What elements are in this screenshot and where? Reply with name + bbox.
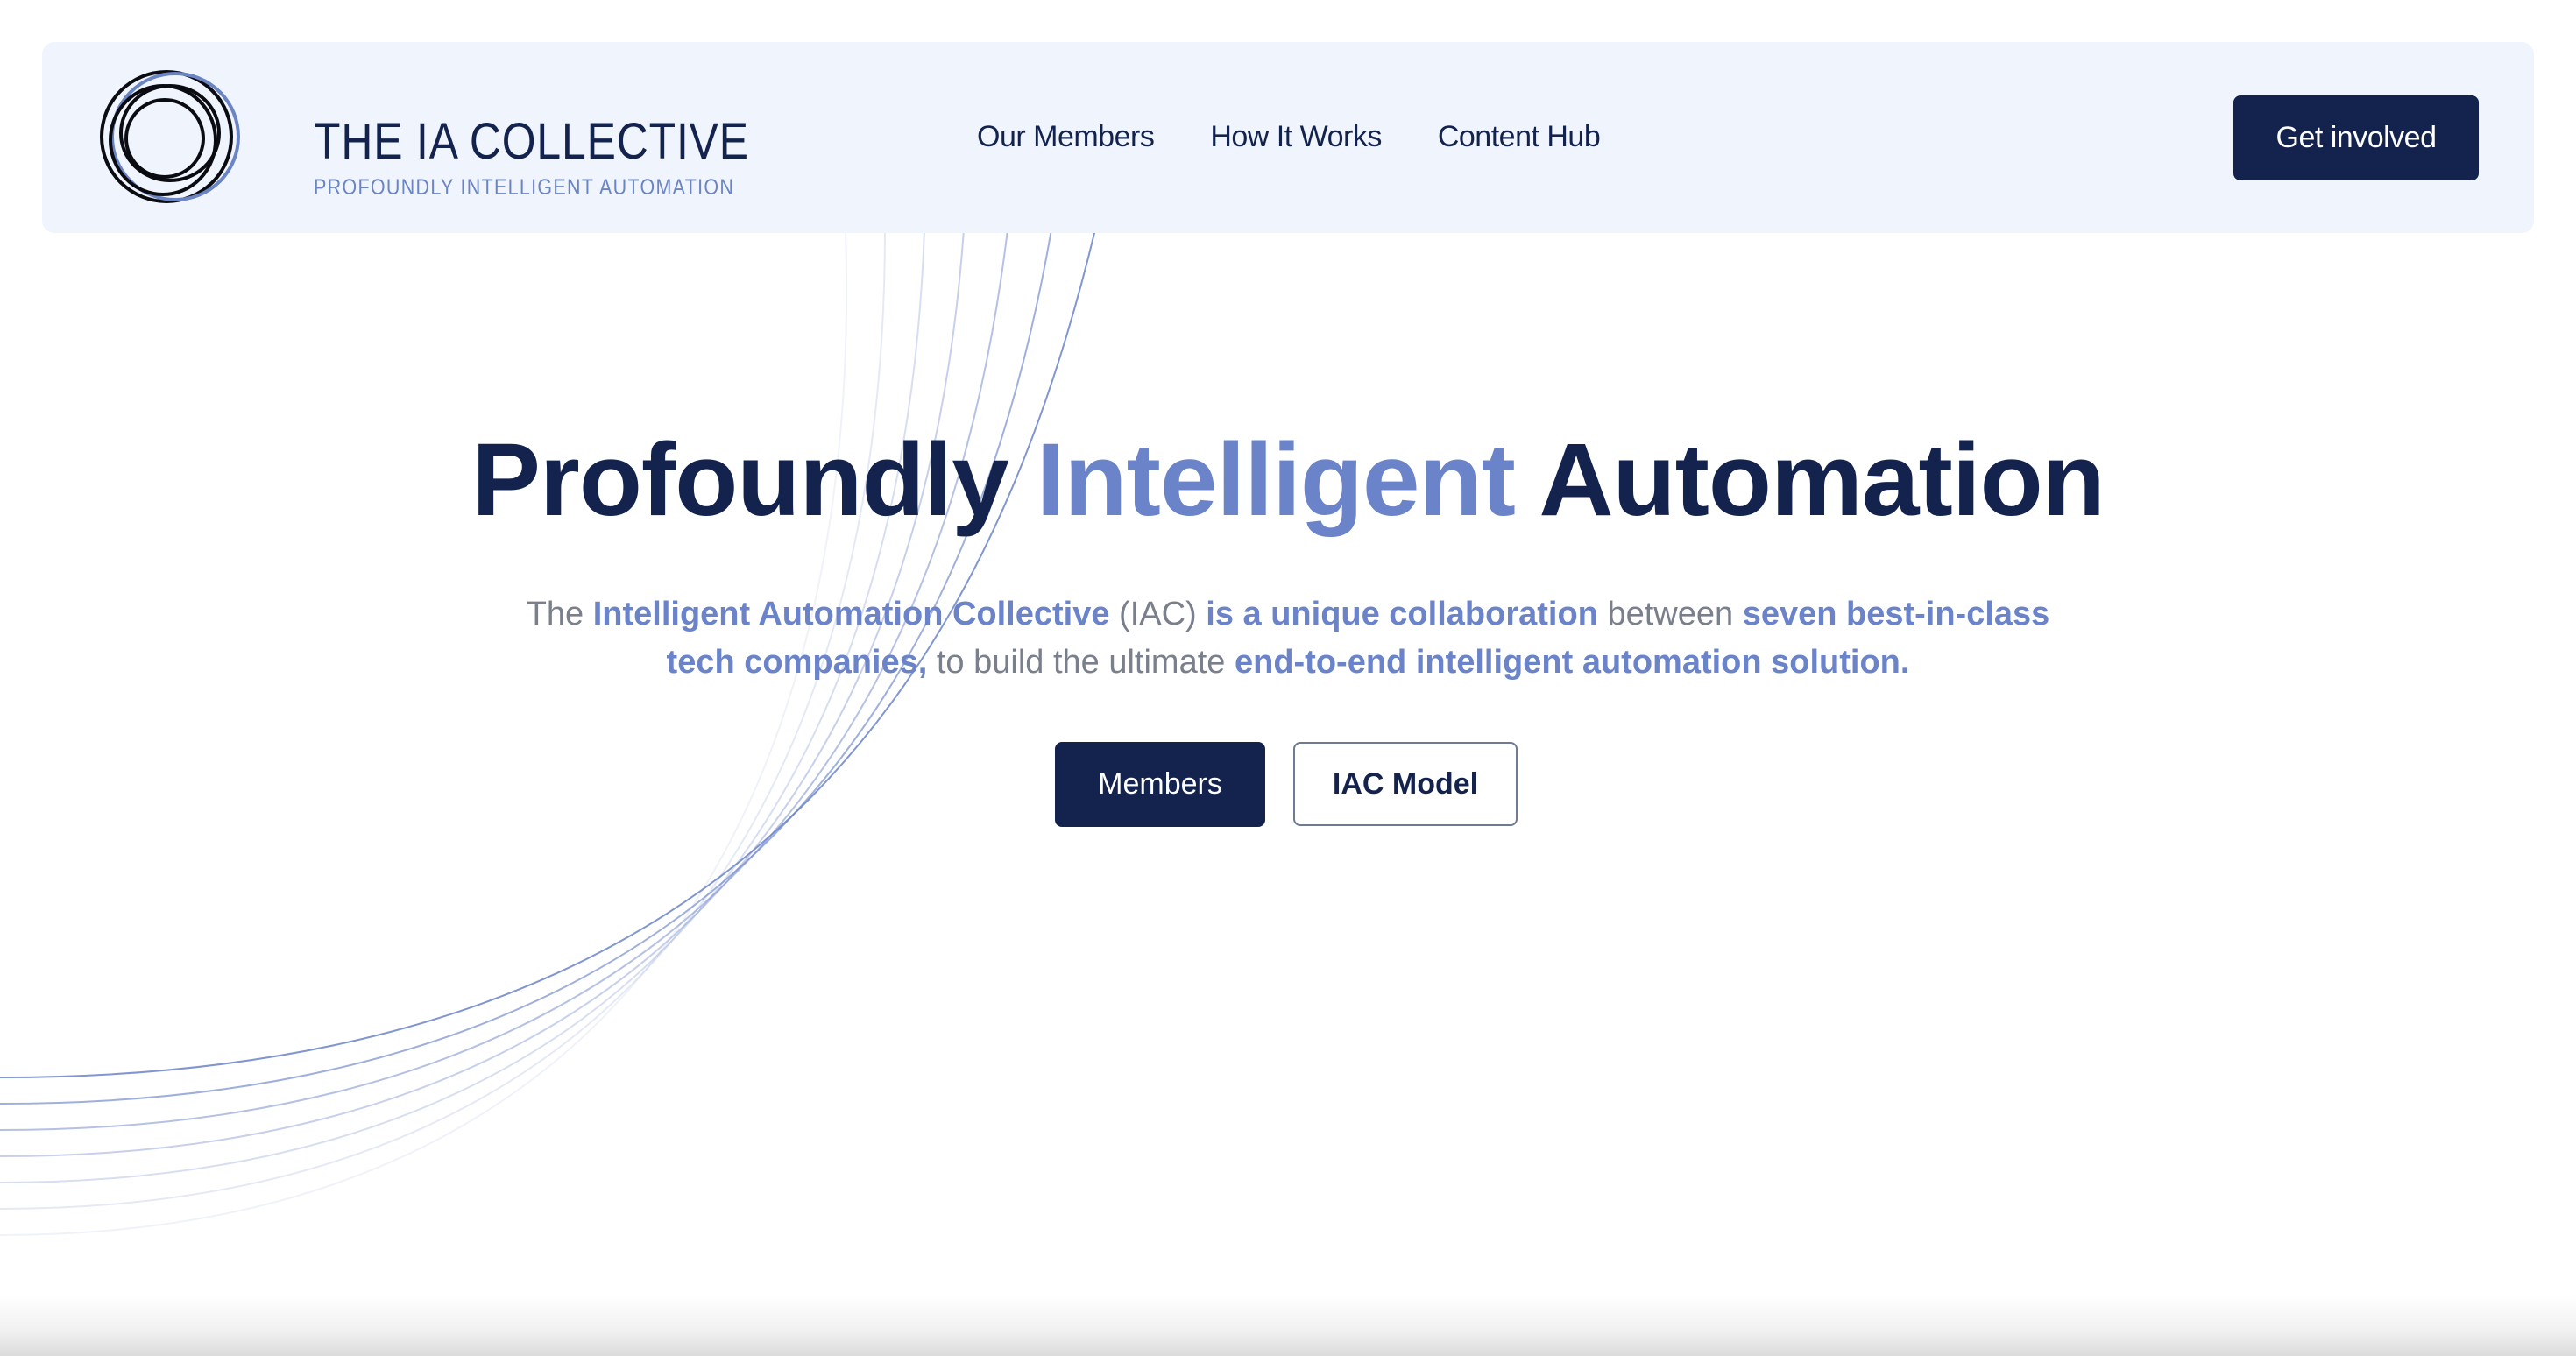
nav-link-how-it-works[interactable]: How It Works bbox=[1210, 120, 1382, 154]
concentric-circles-logo-icon bbox=[100, 70, 240, 203]
brand-title: THE IA COLLECTIVE bbox=[314, 113, 749, 170]
iac-model-button[interactable]: IAC Model bbox=[1293, 742, 1518, 826]
subtitle-highlight-4: end-to-end intelligent automation soluti… bbox=[1234, 644, 1910, 681]
subtitle-highlight-2: is a unique collaboration bbox=[1206, 596, 1598, 632]
nav-link-content-hub[interactable]: Content Hub bbox=[1438, 120, 1601, 154]
hero-title-part1: Profoundly bbox=[471, 422, 1037, 538]
main-nav: Our Members How It Works Content Hub bbox=[977, 117, 1601, 156]
members-button[interactable]: Members bbox=[1055, 742, 1265, 827]
hero-title-part2: Automation bbox=[1514, 422, 2105, 538]
subtitle-text-1: The bbox=[526, 596, 593, 632]
subtitle-text-3: between bbox=[1597, 596, 1743, 632]
brand-tagline: PROFOUNDLY INTELLIGENT AUTOMATION bbox=[314, 175, 735, 200]
hero-buttons: Members IAC Model bbox=[1055, 742, 1518, 827]
site-header: THE IA COLLECTIVE PROFOUNDLY INTELLIGENT… bbox=[42, 42, 2534, 233]
subtitle-text-2: (IAC) bbox=[1109, 596, 1207, 632]
hero-title-accent: Intelligent bbox=[1036, 422, 1516, 538]
subtitle-highlight-1: Intelligent Automation Collective bbox=[592, 596, 1110, 632]
nav-link-our-members[interactable]: Our Members bbox=[977, 120, 1155, 154]
hero-title: Profoundly Intelligent Automation bbox=[0, 420, 2576, 540]
hero-subtitle: The Intelligent Automation Collective (I… bbox=[491, 590, 2085, 687]
get-involved-button[interactable]: Get involved bbox=[2233, 95, 2479, 180]
subtitle-text-4: to build the ultimate bbox=[927, 644, 1235, 681]
next-section-shadow bbox=[0, 1295, 2576, 1356]
